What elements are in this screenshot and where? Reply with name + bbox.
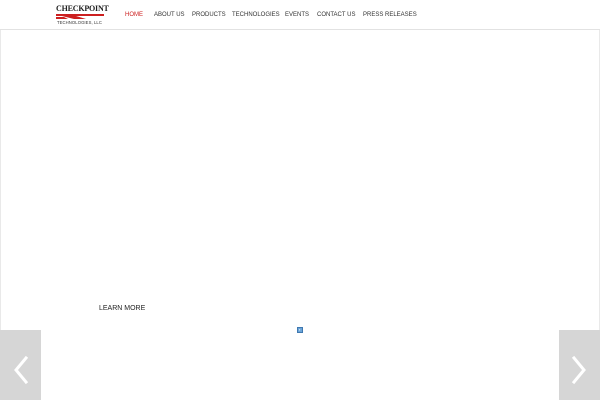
slider-next-button[interactable] <box>559 330 600 400</box>
slider-prev-button[interactable] <box>0 330 41 400</box>
site-header: CHECKPOINT TECHNOLOGIES, LLC HOME ABOUT … <box>0 0 600 30</box>
page: CHECKPOINT TECHNOLOGIES, LLC HOME ABOUT … <box>0 0 600 400</box>
brand-logo[interactable]: CHECKPOINT TECHNOLOGIES, LLC <box>56 4 109 26</box>
nav-item-about-us[interactable]: ABOUT US <box>154 11 185 19</box>
nav-item-contact-us[interactable]: CONTACT US <box>317 11 355 19</box>
nav-item-events[interactable]: EVENTS <box>285 11 309 19</box>
learn-more-link[interactable]: LEARN MORE <box>99 305 145 313</box>
logo-swoosh-icon <box>56 14 104 19</box>
hero-slider <box>0 30 600 400</box>
slide-indicator-icon[interactable]: ▪ <box>297 327 303 333</box>
nav-item-products[interactable]: PRODUCTS <box>192 11 226 19</box>
chevron-left-icon <box>14 355 29 385</box>
nav-item-press-releases[interactable]: PRESS RELEASES <box>363 11 417 19</box>
logo-wordmark: CHECKPOINT <box>56 4 109 13</box>
nav-item-technologies[interactable]: TECHNOLOGIES <box>232 11 280 19</box>
logo-tagline: TECHNOLOGIES, LLC <box>57 20 102 25</box>
chevron-right-icon <box>571 355 586 385</box>
nav-item-home[interactable]: HOME <box>125 11 143 19</box>
